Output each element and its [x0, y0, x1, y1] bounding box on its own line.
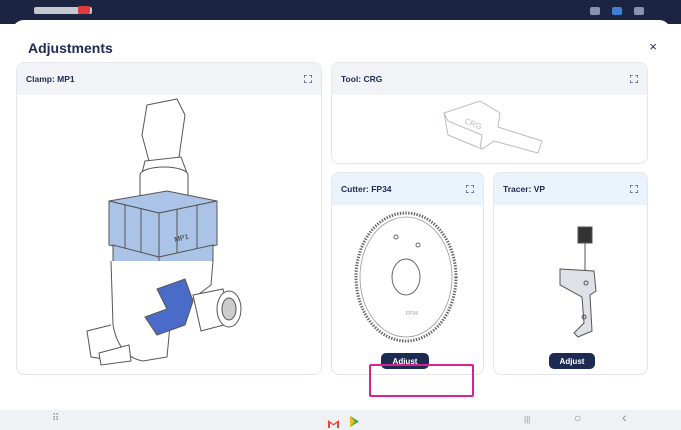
clamp-panel-title: Clamp: MP1: [26, 74, 75, 84]
cutter-panel-header: Cutter: FP34: [332, 173, 483, 205]
expand-icon[interactable]: [304, 75, 312, 83]
tool-panel-header: Tool: CRG: [332, 63, 647, 95]
expand-icon[interactable]: [630, 185, 638, 193]
tool-image: CRG: [443, 100, 543, 154]
app-logo-accent: [78, 6, 90, 14]
cutter-image: FP34: [354, 211, 458, 343]
tracer-adjust-button[interactable]: Adjust: [549, 353, 595, 369]
tracer-panel-title: Tracer: VP: [503, 184, 546, 194]
recent-apps-icon[interactable]: |||: [524, 415, 530, 424]
back-icon[interactable]: ‹: [622, 409, 627, 425]
status-icon: [634, 7, 644, 15]
tool-panel-title: Tool: CRG: [341, 74, 383, 84]
home-icon[interactable]: ○: [574, 411, 581, 425]
gmail-icon[interactable]: [328, 415, 339, 428]
clamp-panel: Clamp: MP1 MP1: [16, 62, 322, 375]
system-nav-bar: ⠿ ||| ○ ‹: [0, 409, 681, 430]
cutter-panel: Cutter: FP34 FP34 Adjust: [331, 172, 484, 375]
tracer-image: [559, 226, 597, 338]
play-store-icon[interactable]: [350, 414, 359, 427]
apps-grid-icon[interactable]: ⠿: [52, 413, 59, 424]
modal-title: Adjustments: [28, 40, 113, 56]
svg-text:FP34: FP34: [406, 311, 418, 317]
tracer-panel: Tracer: VP Adjust: [493, 172, 648, 375]
expand-icon[interactable]: [630, 75, 638, 83]
tracer-panel-header: Tracer: VP: [494, 173, 647, 205]
status-icon: [590, 7, 600, 15]
tool-panel: Tool: CRG CRG: [331, 62, 648, 164]
close-icon[interactable]: ×: [649, 39, 657, 54]
status-icon: [612, 7, 622, 15]
clamp-panel-header: Clamp: MP1: [17, 63, 321, 95]
cutter-panel-title: Cutter: FP34: [341, 184, 392, 194]
highlight-box: [369, 364, 474, 397]
clamp-image: MP1: [86, 98, 242, 366]
expand-icon[interactable]: [466, 185, 474, 193]
